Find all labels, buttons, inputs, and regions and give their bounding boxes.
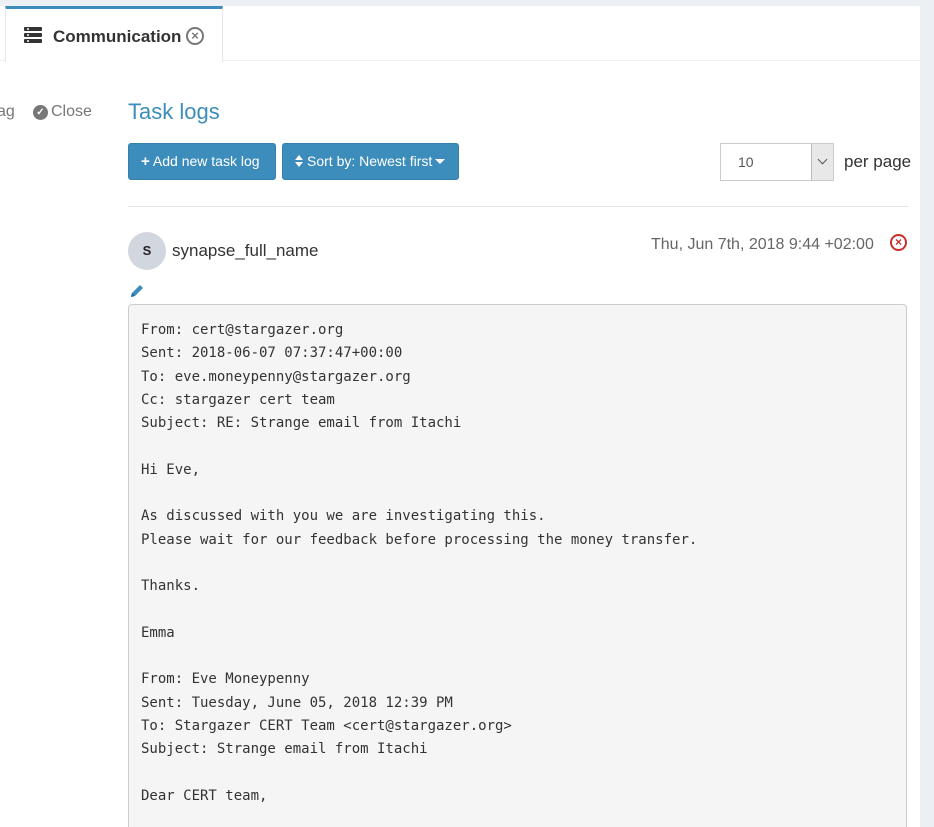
tab-label: Communication [53, 27, 182, 46]
chevron-down-icon [811, 144, 833, 180]
add-task-log-button[interactable]: + Add new task log [128, 143, 276, 180]
per-page-label: per page [844, 152, 912, 171]
close-circle-icon[interactable]: × [186, 27, 204, 45]
divider [128, 206, 908, 207]
log-date: Thu, Jun 7th, 2018 9:44 +02:00 [651, 236, 874, 253]
main-panel: Communication × ag ✓ Close Task logs + Ad… [0, 6, 920, 827]
flag-button[interactable]: ag [0, 103, 15, 121]
page-title: Task logs [128, 99, 220, 124]
tab-bar: Communication × [0, 6, 920, 62]
sort-label: Sort by: Newest first [307, 153, 433, 169]
plus-icon: + [141, 153, 150, 170]
close-task-label: Close [51, 103, 92, 120]
pencil-icon[interactable] [128, 282, 146, 300]
caret-down-icon [435, 159, 446, 164]
per-page-select[interactable]: 10 [720, 143, 834, 181]
tab-communication[interactable]: Communication × [5, 6, 223, 62]
tasks-icon [24, 27, 42, 43]
check-circle-icon: ✓ [33, 105, 48, 120]
delete-log-icon[interactable]: × [890, 234, 907, 251]
sort-dropdown-button[interactable]: Sort by: Newest first [282, 143, 459, 180]
sort-icon [295, 155, 304, 167]
log-author: synapse_full_name [172, 241, 319, 260]
avatar: S [128, 232, 166, 270]
close-task-button[interactable]: ✓ Close [33, 103, 92, 121]
per-page-value: 10 [738, 154, 754, 170]
log-message-body: From: cert@stargazer.org Sent: 2018-06-0… [128, 304, 907, 827]
add-task-log-label: Add new task log [152, 153, 260, 169]
